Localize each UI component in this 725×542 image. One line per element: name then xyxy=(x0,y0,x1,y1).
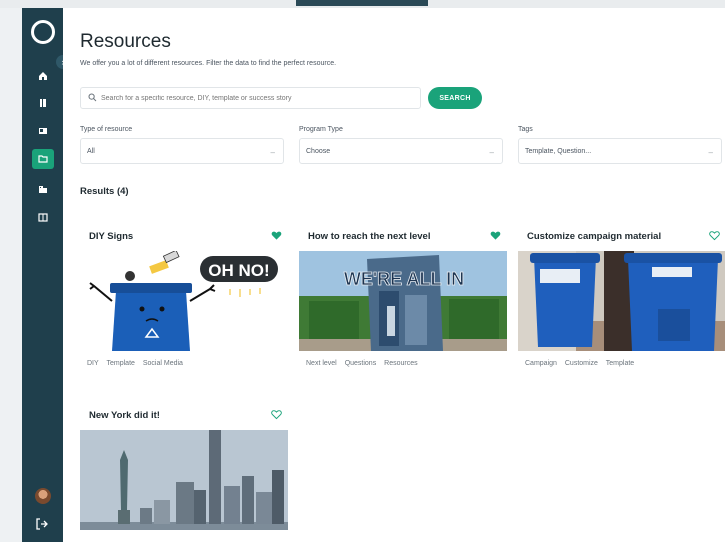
card-title: Customize campaign material xyxy=(518,221,725,251)
sidebar-item-home[interactable] xyxy=(32,66,54,86)
card-tags: Campaign Customize Template xyxy=(518,351,725,381)
caret-icon: – xyxy=(270,148,275,157)
select-value: Choose xyxy=(306,148,331,155)
tag[interactable]: DIY xyxy=(87,360,99,367)
sidebar-item-news[interactable] xyxy=(32,121,54,141)
tag[interactable]: Campaign xyxy=(525,360,557,367)
resource-card[interactable]: DIY Signs OH NO! DIY Template Social Med… xyxy=(80,221,288,381)
search-icon xyxy=(88,93,97,102)
resource-card[interactable]: How to reach the next level WE'RE ALL IN xyxy=(299,221,507,381)
filter-label: Program Type xyxy=(299,126,343,133)
caret-icon: – xyxy=(708,148,713,157)
sidebar-item-resources[interactable] xyxy=(32,149,54,169)
avatar[interactable] xyxy=(35,488,51,504)
top-tab[interactable] xyxy=(296,0,428,6)
main-content: Resources We offer you a lot of differen… xyxy=(63,8,725,542)
filter-label: Tags xyxy=(518,126,533,133)
logout-icon xyxy=(36,518,48,530)
tag[interactable]: Template xyxy=(606,360,634,367)
card-title-text: How to reach the next level xyxy=(308,231,431,242)
book-icon xyxy=(40,99,46,107)
folder-icon xyxy=(38,155,48,163)
card-title-text: DIY Signs xyxy=(89,231,134,242)
program-type-select[interactable]: Choose – xyxy=(299,138,503,164)
sidebar-item-logout[interactable] xyxy=(35,517,51,533)
select-value: All xyxy=(87,148,95,155)
card-image: WE'RE ALL IN xyxy=(299,251,507,351)
card-title: How to reach the next level xyxy=(299,221,507,251)
tags-select[interactable]: Template, Question... – xyxy=(518,138,722,164)
sculpture-text: WE'RE ALL IN xyxy=(344,269,464,289)
card-title: DIY Signs xyxy=(80,221,288,251)
card-title-text: New York did it! xyxy=(89,410,160,421)
news-icon xyxy=(39,128,47,134)
logo-icon[interactable] xyxy=(31,20,55,44)
tag[interactable]: Questions xyxy=(345,360,377,367)
home-icon xyxy=(39,72,47,80)
page-subtitle: We offer you a lot of different resource… xyxy=(80,60,337,67)
heart-outline-icon[interactable] xyxy=(709,230,720,241)
card-image: OH NO! xyxy=(80,251,288,351)
tag[interactable]: Customize xyxy=(565,360,598,367)
speech-bubble-text: OH NO! xyxy=(208,261,269,280)
heart-outline-icon[interactable] xyxy=(271,409,282,420)
heart-filled-icon[interactable] xyxy=(490,230,501,241)
search-input[interactable] xyxy=(101,91,411,106)
caret-icon: – xyxy=(489,148,494,157)
diy-signs-illustration: OH NO! xyxy=(89,251,278,351)
card-image xyxy=(80,430,288,530)
filter-tags: Tags Template, Question... – xyxy=(518,126,722,164)
were-all-in-sculpture-photo: WE'RE ALL IN xyxy=(299,251,507,351)
tag[interactable]: Template xyxy=(107,360,135,367)
book-open-icon xyxy=(38,213,48,222)
search-field[interactable] xyxy=(80,87,421,109)
app-window: › Resources We offer you a lot of differ… xyxy=(0,0,725,542)
new-york-skyline-photo xyxy=(80,430,288,530)
sidebar-item-organizations[interactable] xyxy=(32,179,54,199)
tag[interactable]: Next level xyxy=(306,360,337,367)
resource-card[interactable]: Customize campaign material Campaign Cus… xyxy=(518,221,725,381)
resource-card[interactable]: New York did it! xyxy=(80,400,288,530)
card-image xyxy=(518,251,725,351)
tag[interactable]: Resources xyxy=(384,360,417,367)
card-title-text: Customize campaign material xyxy=(527,231,662,242)
recycling-bins-photo xyxy=(518,251,725,351)
sidebar: › xyxy=(22,8,70,542)
heart-filled-icon[interactable] xyxy=(271,230,282,241)
filter-program-type: Program Type Choose – xyxy=(299,126,503,164)
filter-label: Type of resource xyxy=(80,126,133,133)
building-icon xyxy=(39,186,47,193)
page-title: Resources xyxy=(80,31,171,52)
tag[interactable]: Social Media xyxy=(143,360,183,367)
search-button[interactable]: SEARCH xyxy=(428,87,482,109)
sidebar-item-guides[interactable] xyxy=(32,207,54,227)
top-strip xyxy=(0,0,725,8)
select-value: Template, Question... xyxy=(525,148,592,155)
card-tags: Next level Questions Resources xyxy=(299,351,507,381)
type-of-resource-select[interactable]: All – xyxy=(80,138,284,164)
sidebar-item-library[interactable] xyxy=(32,93,54,113)
filter-type-of-resource: Type of resource All – xyxy=(80,126,284,164)
card-title: New York did it! xyxy=(80,400,288,430)
results-count: Results (4) xyxy=(80,186,129,197)
card-tags: DIY Template Social Media xyxy=(80,351,288,381)
